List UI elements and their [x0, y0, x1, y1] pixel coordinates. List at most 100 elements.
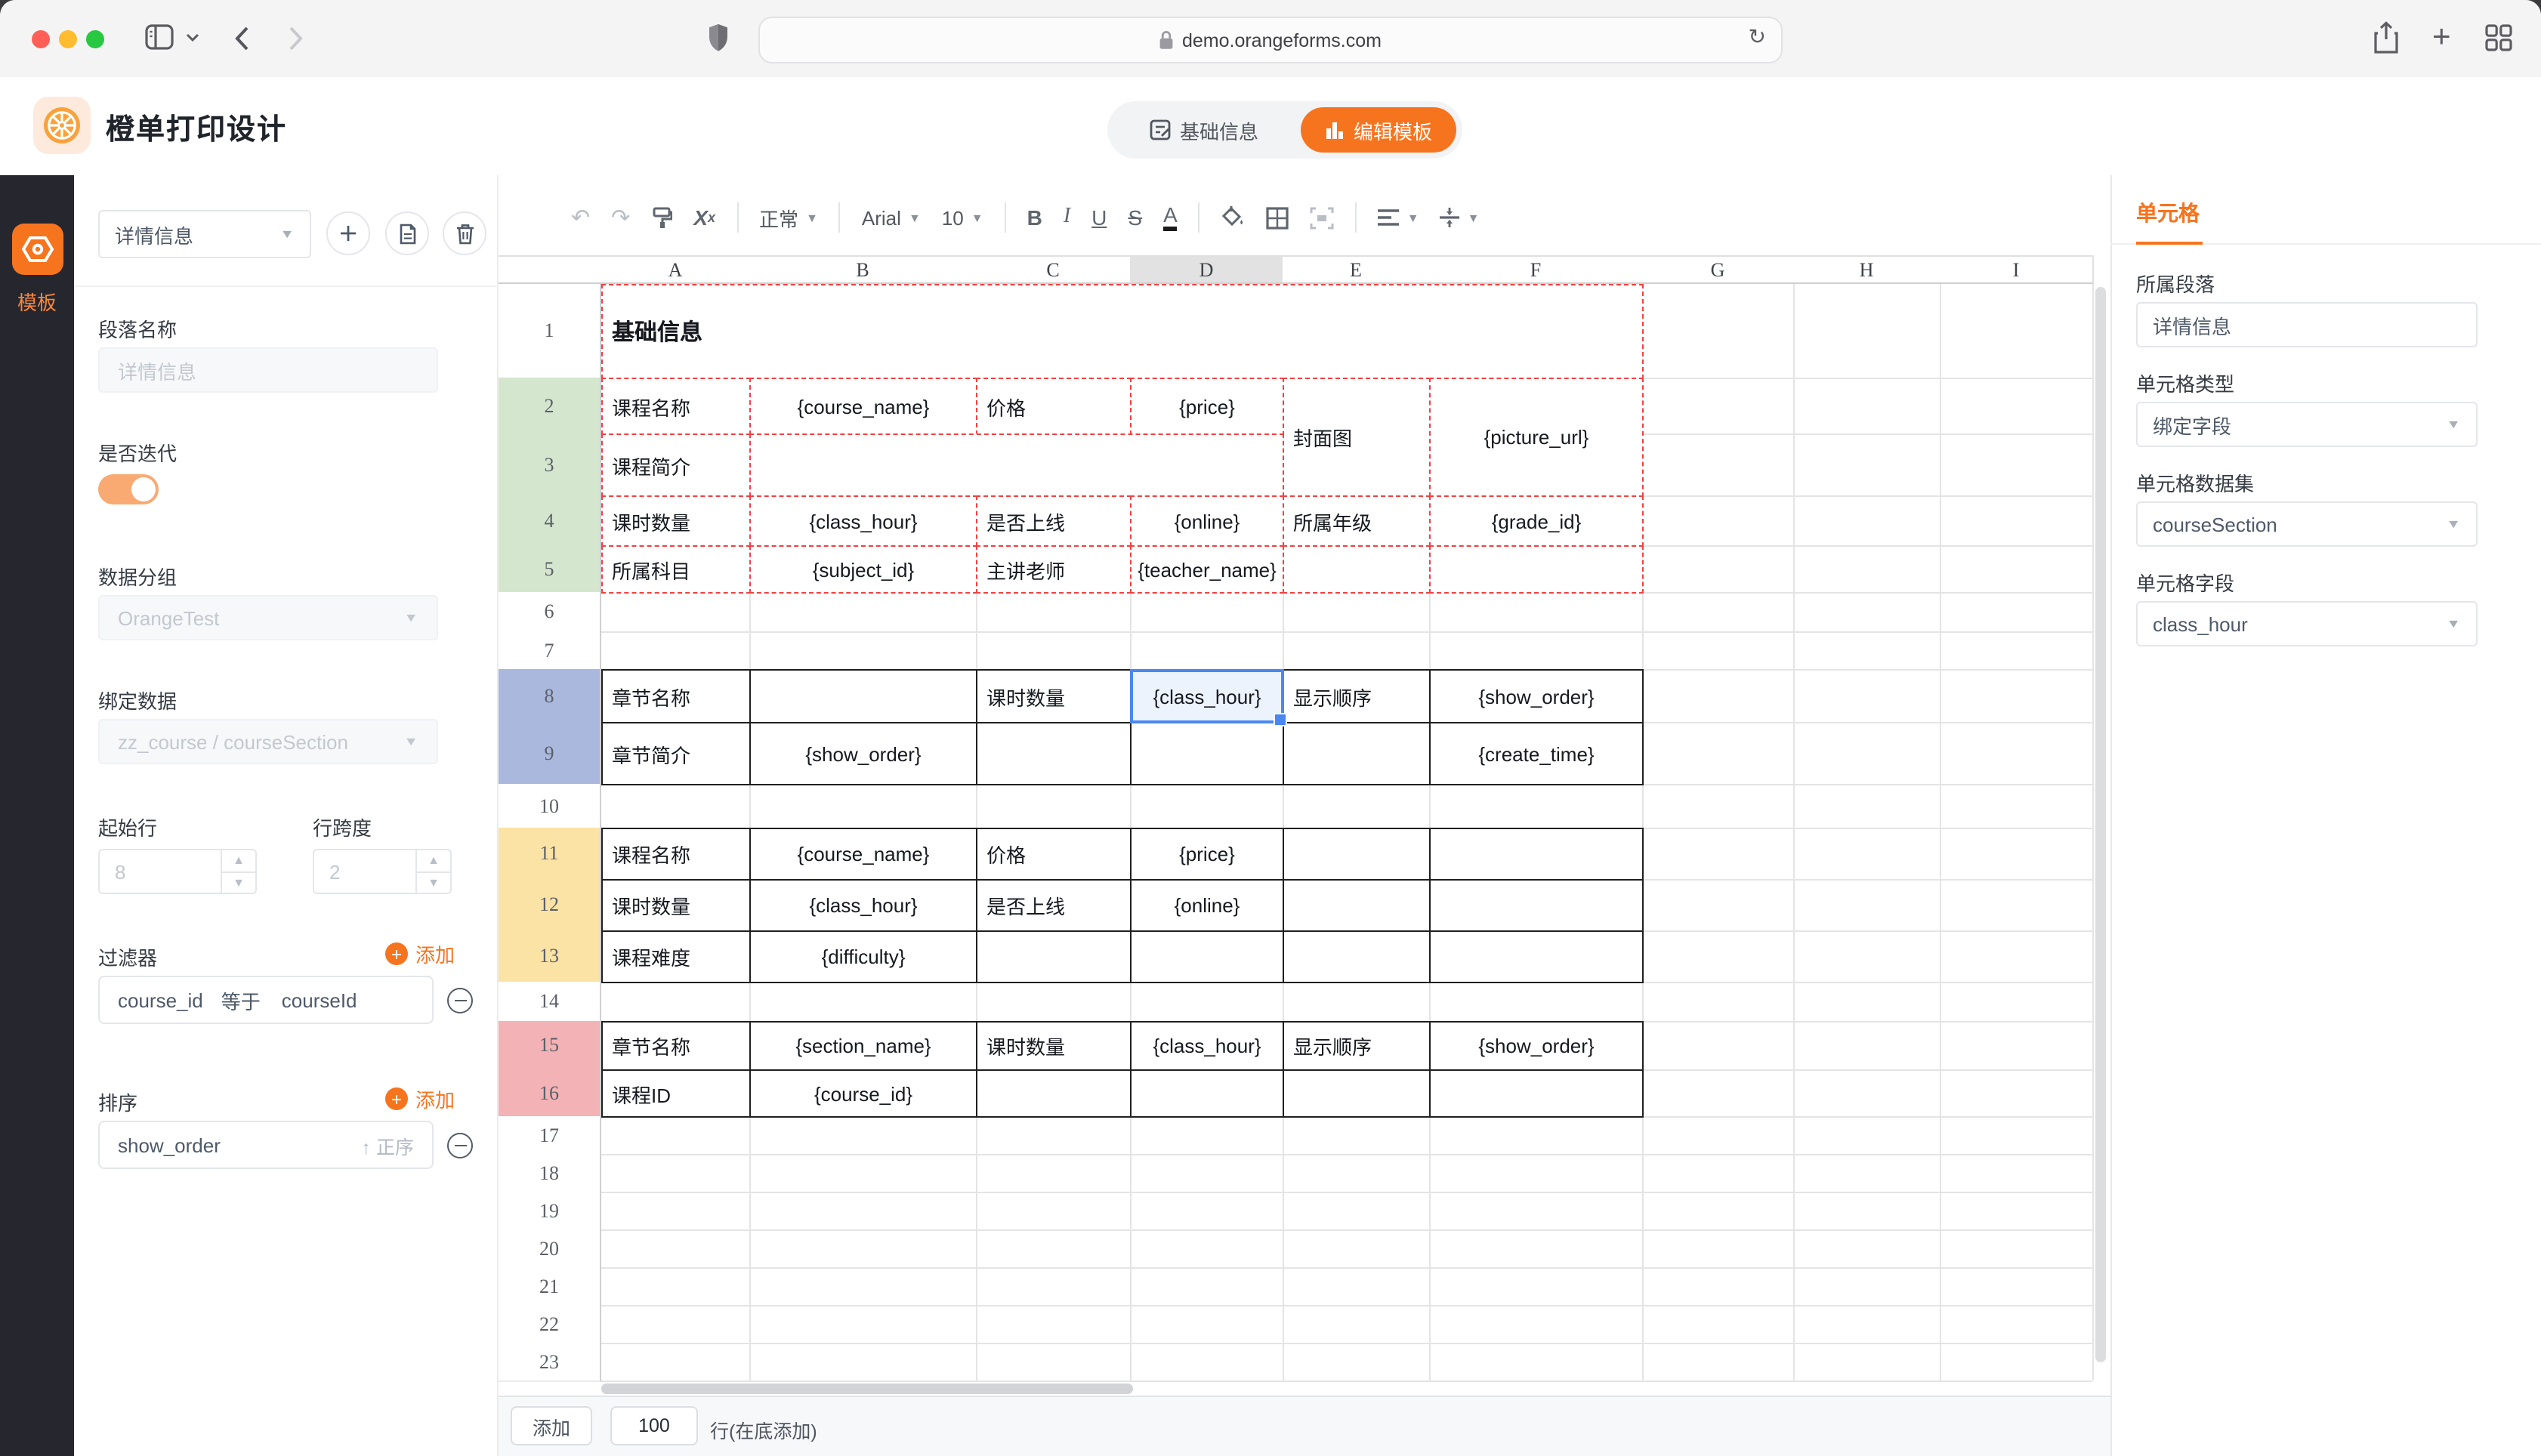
- privacy-shield-icon[interactable]: [707, 23, 730, 53]
- sheet-cell-D15[interactable]: {class_hour}: [1130, 1021, 1284, 1071]
- sheet-cell-B16[interactable]: {course_id}: [749, 1069, 977, 1118]
- sheet-cell-F5[interactable]: [1429, 545, 1644, 594]
- bold-icon[interactable]: B: [1027, 205, 1042, 230]
- column-header-B[interactable]: B: [749, 255, 977, 284]
- strikethrough-icon[interactable]: S: [1128, 205, 1142, 230]
- sheet-cell-D13[interactable]: [1130, 930, 1284, 983]
- add-section-button[interactable]: [326, 211, 370, 255]
- number-format-select[interactable]: 正常▼: [759, 203, 818, 232]
- zoom-window-icon[interactable]: [86, 30, 104, 48]
- remove-filter-button[interactable]: [447, 988, 473, 1013]
- row-header-4[interactable]: 4: [499, 495, 601, 547]
- sheet-cell-A5[interactable]: 所属科目: [601, 545, 751, 594]
- remove-sort-button[interactable]: [447, 1133, 473, 1158]
- column-header-A[interactable]: A: [601, 255, 751, 284]
- sidebar-toggle-icon[interactable]: [145, 24, 174, 50]
- column-header-C[interactable]: C: [976, 255, 1132, 284]
- tab-basic-info[interactable]: 基础信息: [1150, 116, 1258, 144]
- sheet-cell-C2[interactable]: 价格: [976, 378, 1132, 435]
- sheet-cell-C15[interactable]: 课时数量: [976, 1021, 1132, 1071]
- sheet-cell-D12[interactable]: {online}: [1130, 879, 1284, 932]
- sheet-cell-C9[interactable]: [976, 722, 1132, 785]
- font-size-select[interactable]: 10▼: [942, 206, 983, 229]
- row-header-3[interactable]: 3: [499, 433, 601, 497]
- sheet-cell-C4[interactable]: 是否上线: [976, 495, 1132, 547]
- chevron-down-icon[interactable]: [186, 33, 199, 42]
- sheet-cell-E15[interactable]: 显示顺序: [1283, 1021, 1431, 1071]
- sheet-cell-A2[interactable]: 课程名称: [601, 378, 751, 435]
- sheet-cell-D11[interactable]: {price}: [1130, 828, 1284, 881]
- sheet-cell-E16[interactable]: [1283, 1069, 1431, 1118]
- sheet-cell-B4[interactable]: {class_hour}: [749, 495, 977, 547]
- sheet-cell-B2[interactable]: {course_name}: [749, 378, 977, 435]
- sheet-cell-A8[interactable]: 章节名称: [601, 669, 751, 723]
- sheet-cell-E4[interactable]: 所属年级: [1283, 495, 1431, 547]
- column-header-I[interactable]: I: [1940, 255, 2094, 284]
- tab-edit-template[interactable]: 编辑模板: [1301, 107, 1456, 153]
- step-down-icon[interactable]: ▼: [417, 872, 450, 893]
- sheet-cell-F11[interactable]: [1429, 828, 1644, 881]
- sheet-cell-F12[interactable]: [1429, 879, 1644, 932]
- row-header-19[interactable]: 19: [499, 1192, 601, 1231]
- undo-icon[interactable]: ↶: [571, 206, 590, 229]
- forward-icon[interactable]: [289, 26, 304, 51]
- sheet-cell-D5[interactable]: {teacher_name}: [1130, 545, 1284, 594]
- vertical-scrollbar[interactable]: [2095, 287, 2106, 1362]
- vertical-align-select[interactable]: ▼: [1440, 207, 1480, 228]
- row-header-9[interactable]: 9: [499, 722, 601, 785]
- sheet-cell-B13[interactable]: {difficulty}: [749, 930, 977, 983]
- sheet-cell-C5[interactable]: 主讲老师: [976, 545, 1132, 594]
- sheet-cell-A15[interactable]: 章节名称: [601, 1021, 751, 1071]
- share-icon[interactable]: [2373, 21, 2399, 54]
- sheet-cell-A9[interactable]: 章节简介: [601, 722, 751, 785]
- filter-rule[interactable]: course_id 等于 courseId: [98, 976, 434, 1024]
- sheet-cell-F9[interactable]: {create_time}: [1429, 722, 1644, 785]
- column-header-D[interactable]: D: [1130, 255, 1284, 284]
- delete-section-button[interactable]: [443, 211, 486, 255]
- sheet-cell-A4[interactable]: 课时数量: [601, 495, 751, 547]
- sheet-corner[interactable]: [499, 255, 603, 284]
- cell-dataset-select[interactable]: courseSection▼: [2136, 501, 2478, 547]
- cell-paragraph-input[interactable]: 详情信息: [2136, 302, 2478, 347]
- reload-icon[interactable]: ↻: [1749, 24, 1766, 50]
- row-header-11[interactable]: 11: [499, 828, 601, 881]
- column-header-F[interactable]: F: [1429, 255, 1644, 284]
- sheet-cell-C12[interactable]: 是否上线: [976, 879, 1132, 932]
- sheet-cell-A16[interactable]: 课程ID: [601, 1069, 751, 1118]
- step-down-icon[interactable]: ▼: [222, 872, 255, 893]
- row-header-6[interactable]: 6: [499, 592, 601, 633]
- sheet-cell-A1[interactable]: 基础信息: [601, 284, 1644, 379]
- sort-rule[interactable]: show_order ↑ 正序: [98, 1121, 434, 1169]
- column-header-H[interactable]: H: [1793, 255, 1941, 284]
- row-header-5[interactable]: 5: [499, 545, 601, 594]
- sheet-cell-A11[interactable]: 课程名称: [601, 828, 751, 881]
- sheet-cell-A3[interactable]: 课程简介: [601, 433, 751, 497]
- stepper-buttons[interactable]: ▲▼: [415, 850, 450, 893]
- row-header-12[interactable]: 12: [499, 879, 601, 932]
- step-up-icon[interactable]: ▲: [222, 850, 255, 872]
- nav-rail-template-label[interactable]: 模板: [0, 287, 74, 316]
- add-filter-link[interactable]: +添加: [385, 939, 455, 968]
- copy-section-button[interactable]: [385, 211, 429, 255]
- sheet-cell-F16[interactable]: [1429, 1069, 1644, 1118]
- sheet-cell-B5[interactable]: {subject_id}: [749, 545, 977, 594]
- sheet-cell-B15[interactable]: {section_name}: [749, 1021, 977, 1071]
- sheet-cell-A13[interactable]: 课程难度: [601, 930, 751, 983]
- selected-cell-D8[interactable]: {class_hour}: [1130, 669, 1284, 723]
- format-painter-icon[interactable]: [651, 206, 672, 229]
- row-header-8[interactable]: 8: [499, 669, 601, 723]
- sheet-cell-E5[interactable]: [1283, 545, 1431, 594]
- back-icon[interactable]: [234, 26, 249, 51]
- row-header-7[interactable]: 7: [499, 631, 601, 671]
- cell-type-select[interactable]: 绑定字段▼: [2136, 402, 2478, 447]
- sheet-cell-F15[interactable]: {show_order}: [1429, 1021, 1644, 1071]
- add-rows-button[interactable]: 添加: [511, 1406, 592, 1445]
- row-span-stepper[interactable]: 2 ▲▼: [313, 849, 452, 894]
- redo-icon[interactable]: ↷: [611, 206, 630, 229]
- paragraph-name-input[interactable]: 详情信息: [98, 347, 438, 393]
- stepper-buttons[interactable]: ▲▼: [221, 850, 255, 893]
- row-header-17[interactable]: 17: [499, 1116, 601, 1155]
- row-header-23[interactable]: 23: [499, 1343, 601, 1382]
- horizontal-align-select[interactable]: ▼: [1379, 208, 1419, 227]
- sheet-cell-D9[interactable]: [1130, 722, 1284, 785]
